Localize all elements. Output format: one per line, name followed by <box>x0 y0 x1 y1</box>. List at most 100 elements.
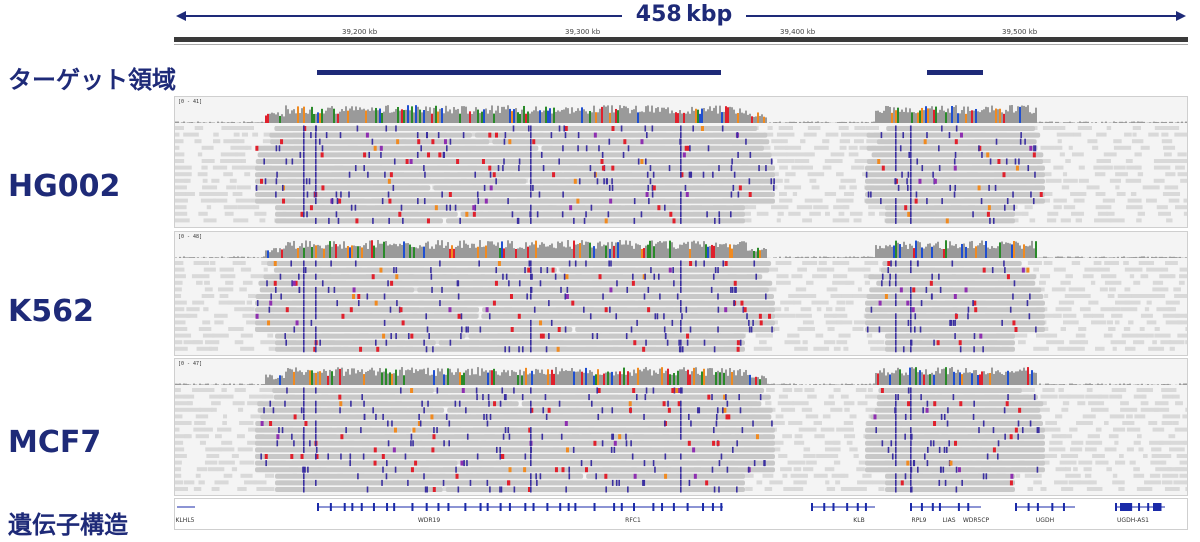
insertion-mark <box>920 394 922 401</box>
read <box>1176 454 1187 458</box>
insertion-mark <box>644 125 647 132</box>
mismatch-mark <box>1029 145 1033 151</box>
insertion-mark <box>910 440 912 447</box>
read <box>1061 407 1069 412</box>
read <box>785 172 796 177</box>
read <box>1066 394 1085 399</box>
mismatch-mark <box>489 185 493 191</box>
read <box>220 274 236 279</box>
coverage-bar <box>329 241 331 258</box>
coverage-bar <box>659 111 661 123</box>
insertion-mark <box>1036 466 1039 473</box>
read <box>1047 211 1059 216</box>
coverage-bar <box>183 383 185 385</box>
read <box>794 388 803 392</box>
insertion-mark <box>389 306 392 313</box>
coverage-bar <box>451 113 453 123</box>
insertion-mark <box>951 260 954 267</box>
mismatch-mark <box>959 401 963 407</box>
mismatch-mark <box>687 440 691 446</box>
mismatch-mark <box>431 139 435 145</box>
coverage-bar <box>735 113 737 123</box>
insertion-mark <box>753 260 756 267</box>
coverage-bar <box>343 111 345 123</box>
read <box>807 126 821 130</box>
read <box>521 401 762 407</box>
read <box>1177 333 1187 338</box>
read <box>822 165 832 170</box>
coverage-bar <box>319 113 321 123</box>
mismatch-mark <box>465 211 469 217</box>
insertion-mark <box>680 125 682 132</box>
coverage-bar <box>247 256 249 258</box>
read <box>255 313 479 319</box>
insertion-mark <box>895 319 897 326</box>
coverage-bar <box>621 108 623 123</box>
coverage-bar <box>695 108 697 123</box>
insertion-mark <box>907 171 910 178</box>
read <box>1071 440 1084 445</box>
insertion-mark <box>528 260 531 267</box>
coverage-bar <box>711 368 713 385</box>
alignment-view <box>175 105 1187 224</box>
coverage-bar <box>1023 367 1025 385</box>
coverage-bar <box>387 373 389 385</box>
read <box>245 145 252 150</box>
mismatch-mark <box>352 294 356 299</box>
read <box>1153 407 1170 412</box>
read <box>241 132 249 137</box>
coverage-bar <box>461 106 463 123</box>
ruler[interactable]: 39,200 kb 39,300 kb 39,400 kb 39,500 kb <box>174 24 1188 46</box>
insertion-mark <box>548 300 550 307</box>
insertion-mark <box>598 145 600 152</box>
insertion-mark <box>717 267 719 274</box>
coverage-bar <box>677 370 679 385</box>
mismatch-mark <box>748 192 752 197</box>
coverage-bar <box>763 116 765 123</box>
coverage-bar <box>277 377 279 385</box>
mismatch-mark <box>320 152 324 158</box>
coverage-bar <box>1175 257 1177 258</box>
insertion-mark <box>904 413 907 420</box>
coverage-bar <box>667 368 669 385</box>
read <box>237 407 244 412</box>
insertion-mark <box>508 433 511 440</box>
coverage-bar <box>1135 122 1137 123</box>
coverage-bar <box>487 241 489 258</box>
read <box>218 394 234 399</box>
mismatch-mark <box>371 274 375 280</box>
read <box>885 333 1015 339</box>
coverage-bar <box>825 121 827 123</box>
insertion-mark <box>466 460 468 467</box>
coverage-bar <box>849 121 851 123</box>
insertion-mark <box>647 184 650 191</box>
alignment-track-hg002[interactable]: [0 - 41] <box>174 96 1188 228</box>
insertion-mark <box>454 204 457 211</box>
alignment-track-mcf7[interactable]: [0 - 47] <box>174 358 1188 496</box>
insertion-mark <box>596 333 599 340</box>
coverage-bar <box>361 109 363 123</box>
insertion-mark <box>932 440 935 447</box>
coverage-bar <box>297 247 299 258</box>
coverage-bar <box>513 371 515 385</box>
read <box>226 185 237 190</box>
coverage-bar <box>719 244 721 258</box>
read <box>219 294 229 298</box>
read <box>876 394 1038 400</box>
coverage-bar <box>231 121 233 123</box>
alignment-track-k562[interactable]: [0 - 48] <box>174 231 1188 356</box>
coverage-bar <box>1025 370 1027 385</box>
insertion-mark <box>952 394 955 401</box>
coverage-bar <box>465 243 467 258</box>
coverage-bar <box>257 122 259 123</box>
coverage-bar <box>1125 121 1127 123</box>
insertion-mark <box>540 151 543 158</box>
insertion-mark <box>726 466 729 473</box>
coverage-bar <box>525 113 527 123</box>
insertion-mark <box>673 280 675 287</box>
coverage-bar <box>761 249 763 258</box>
coverage-bar <box>657 373 659 385</box>
coverage-bar <box>501 372 503 385</box>
coverage-bar <box>917 112 919 123</box>
coverage-bar <box>959 372 961 385</box>
